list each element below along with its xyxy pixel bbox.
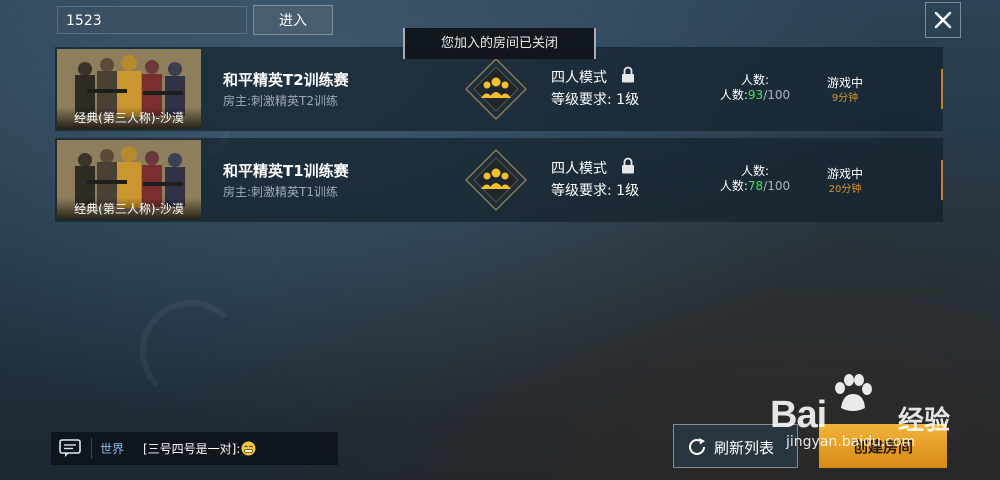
watermark-brand: Bai bbox=[770, 394, 827, 436]
room-name: 和平精英T2训练赛 bbox=[223, 71, 349, 89]
lock-icon bbox=[622, 157, 634, 174]
level-requirement: 等级要求: 1级 bbox=[551, 183, 640, 199]
chat-message: [三号四号是一对]: bbox=[143, 442, 241, 456]
team-mode: 四人模式 bbox=[551, 70, 607, 86]
room-search-input[interactable]: 1523 bbox=[57, 6, 247, 34]
game-elapsed-time: 20分钟 bbox=[828, 184, 862, 195]
chat-icon[interactable] bbox=[59, 439, 81, 458]
player-count-prefix: 人数: bbox=[719, 88, 748, 102]
player-count-prefix: 人数: bbox=[719, 179, 748, 193]
player-count-max: /100 bbox=[763, 88, 791, 102]
row-accent-bar bbox=[941, 160, 943, 200]
refresh-icon bbox=[689, 438, 705, 455]
lock-icon bbox=[622, 66, 634, 83]
level-requirement: 等级要求: 1级 bbox=[551, 92, 640, 108]
room-name: 和平精英T1训练赛 bbox=[223, 162, 349, 180]
player-count-current: 93 bbox=[747, 88, 764, 102]
squad-mode-icon bbox=[465, 149, 527, 211]
squad-mode-icon bbox=[465, 58, 527, 120]
player-count: 人数:93/100 bbox=[695, 86, 815, 103]
room-host: 房主:刺激精英T2训练 bbox=[223, 94, 339, 108]
close-button[interactable] bbox=[925, 2, 961, 38]
chat-channel: 世界 bbox=[100, 442, 125, 456]
game-elapsed-time: 9分钟 bbox=[831, 93, 859, 104]
background-arc bbox=[140, 300, 242, 402]
player-count-max: /100 bbox=[763, 179, 791, 193]
watermark-url: jingyan.baidu.com bbox=[786, 434, 916, 450]
baidu-paw-icon bbox=[835, 374, 872, 411]
map-mode-label: 经典(第三人称)-沙漠 bbox=[57, 198, 201, 220]
room-row[interactable]: 经典(第三人称)-沙漠 和平精英T1训练赛 房主:刺激精英T1训练 四人模式 等… bbox=[55, 138, 943, 222]
room-host: 房主:刺激精英T1训练 bbox=[223, 185, 339, 199]
player-count: 人数:78/100 bbox=[695, 177, 815, 194]
room-row[interactable]: 经典(第三人称)-沙漠 和平精英T2训练赛 房主:刺激精英T2训练 四人模式 等… bbox=[55, 47, 943, 131]
emoji-icon bbox=[241, 441, 256, 456]
enter-room-button[interactable]: 进入 bbox=[253, 5, 333, 35]
world-chat-bar[interactable]: 世界 [三号四号是一对]: bbox=[51, 432, 338, 465]
map-thumbnail: 经典(第三人称)-沙漠 bbox=[57, 49, 201, 129]
watermark-brand-cn: 经验 bbox=[898, 406, 951, 436]
room-closed-toast: 您加入的房间已关闭 bbox=[403, 28, 596, 59]
close-icon bbox=[934, 11, 952, 29]
map-thumbnail: 经典(第三人称)-沙漠 bbox=[57, 140, 201, 220]
row-accent-bar bbox=[941, 69, 943, 109]
chat-divider bbox=[91, 438, 92, 459]
baidu-jingyan-watermark: Bai 经验 jingyan.baidu.com bbox=[768, 372, 973, 450]
refresh-list-label: 刷新列表 bbox=[714, 439, 775, 457]
map-mode-label: 经典(第三人称)-沙漠 bbox=[57, 107, 201, 129]
team-mode: 四人模式 bbox=[551, 161, 607, 177]
player-count-current: 78 bbox=[747, 179, 764, 193]
